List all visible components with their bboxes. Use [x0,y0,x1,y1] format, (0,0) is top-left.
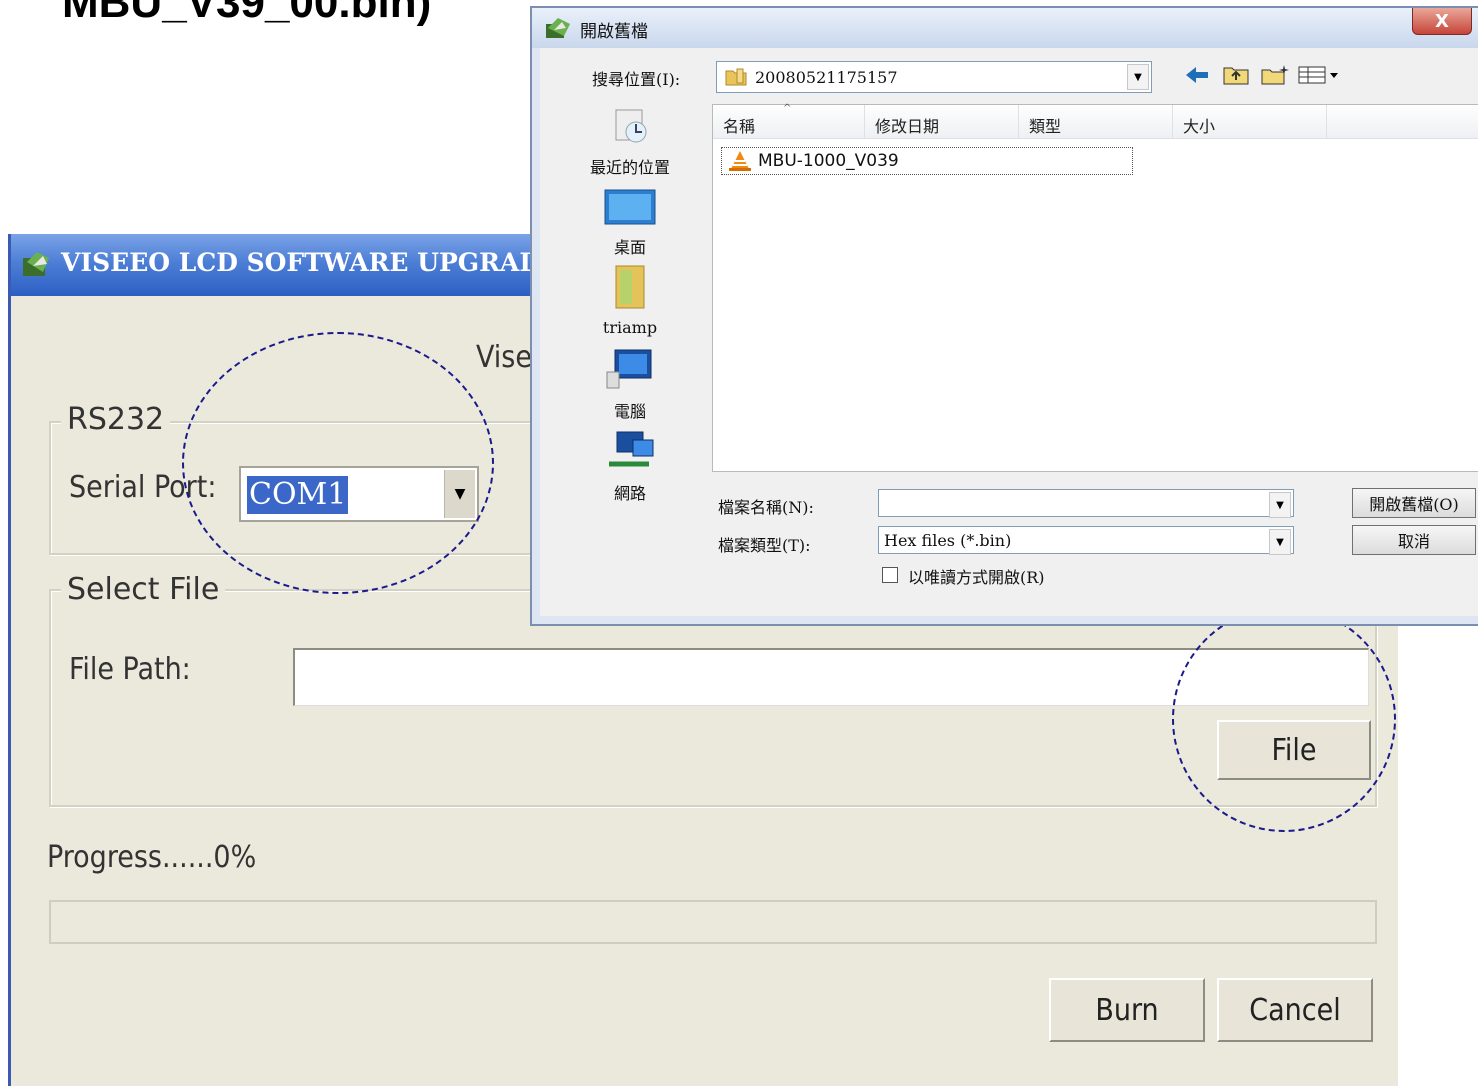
place-label: triamp [602,318,658,337]
look-in-select[interactable]: 20080521175157 ▼ [716,61,1152,93]
user-folder-icon [615,265,645,309]
cancel-button[interactable]: Cancel [1217,978,1373,1042]
view-menu-icon[interactable] [1298,64,1342,90]
column-header-size[interactable]: 大小 [1173,105,1327,139]
serial-port-label: Serial Port: [69,470,217,505]
burn-button[interactable]: Burn [1049,978,1205,1042]
serial-port-value: COM1 [247,476,349,514]
file-button[interactable]: File [1217,720,1371,780]
chevron-down-icon[interactable]: ▼ [1269,529,1291,555]
column-header-empty [1327,105,1478,139]
look-in-label: 搜尋位置(I): [592,70,681,89]
partial-title-text: Vise [476,340,532,375]
readonly-checkbox[interactable] [882,567,898,583]
place-computer[interactable]: 電腦 [570,348,690,422]
sort-arrow-icon: ^ [783,103,792,114]
place-label: 桌面 [613,238,646,257]
rs232-group-title: RS232 [61,402,171,437]
folder-icon [725,67,747,91]
place-network[interactable]: 網路 [570,430,690,504]
chevron-down-icon[interactable]: ▼ [1269,492,1291,518]
file-type-value: Hex files (*.bin) [884,531,1012,550]
app-icon [544,16,572,44]
file-path-label: File Path: [69,652,191,687]
open-button[interactable]: 開啟舊檔(O) [1352,488,1476,518]
new-folder-icon[interactable] [1260,64,1290,90]
progress-bar [49,900,1377,944]
close-icon[interactable]: X [1412,8,1472,35]
place-label: 最近的位置 [589,158,670,177]
readonly-label: 以唯讀方式開啟(R) [908,568,1045,587]
open-file-dialog: 開啟舊檔 X 搜尋位置(I): 20080521175157 ▼ 最近的位置 桌… [530,6,1478,626]
recent-places-icon [615,109,647,143]
file-list[interactable]: 名稱 ^ 修改日期 類型 大小 MBU-1000_V039 [712,103,1478,472]
column-header-type[interactable]: 類型 [1019,105,1173,139]
chevron-down-icon[interactable]: ▼ [1127,64,1149,90]
place-label: 網路 [613,484,646,503]
column-header-date[interactable]: 修改日期 [865,105,1019,139]
file-path-input[interactable] [293,648,1369,706]
file-name-input[interactable]: ▼ [878,489,1294,518]
file-name: MBU-1000_V039 [758,151,899,171]
place-recent[interactable]: 最近的位置 [570,104,690,178]
dialog-titlebar[interactable]: 開啟舊檔 X [532,8,1478,48]
chevron-down-icon[interactable]: ▼ [444,470,475,518]
app-icon [21,248,53,284]
progress-label: Progress......0% [47,840,257,875]
dialog-title: 開啟舊檔 [580,22,648,42]
place-user-folder[interactable]: triamp [570,262,690,337]
place-desktop[interactable]: 桌面 [570,188,690,258]
select-file-group-title: Select File [61,572,226,607]
file-name-label: 檔案名稱(N): [718,498,814,517]
dialog-cancel-button[interactable]: 取消 [1352,525,1476,555]
vlc-cone-icon [728,150,752,176]
page-heading: MBU_V39_00.bin) [62,0,432,27]
desktop-icon [604,189,656,225]
upgrade-title: VISEEO LCD SOFTWARE UPGRADE [61,248,561,277]
column-header-name[interactable]: 名稱 ^ [713,103,865,139]
network-icon [609,431,654,467]
dialog-body: 搜尋位置(I): 20080521175157 ▼ 最近的位置 桌面 triam… [540,48,1478,616]
back-arrow-icon[interactable] [1184,64,1210,90]
file-type-select[interactable]: Hex files (*.bin) ▼ [878,526,1294,555]
file-list-item[interactable]: MBU-1000_V039 [721,147,1133,175]
up-folder-icon[interactable] [1222,64,1250,90]
file-type-label: 檔案類型(T): [718,536,811,555]
serial-port-select[interactable]: COM1 ▼ [239,466,479,522]
place-label: 電腦 [613,402,646,421]
look-in-value: 20080521175157 [755,68,898,87]
computer-icon [606,349,652,389]
